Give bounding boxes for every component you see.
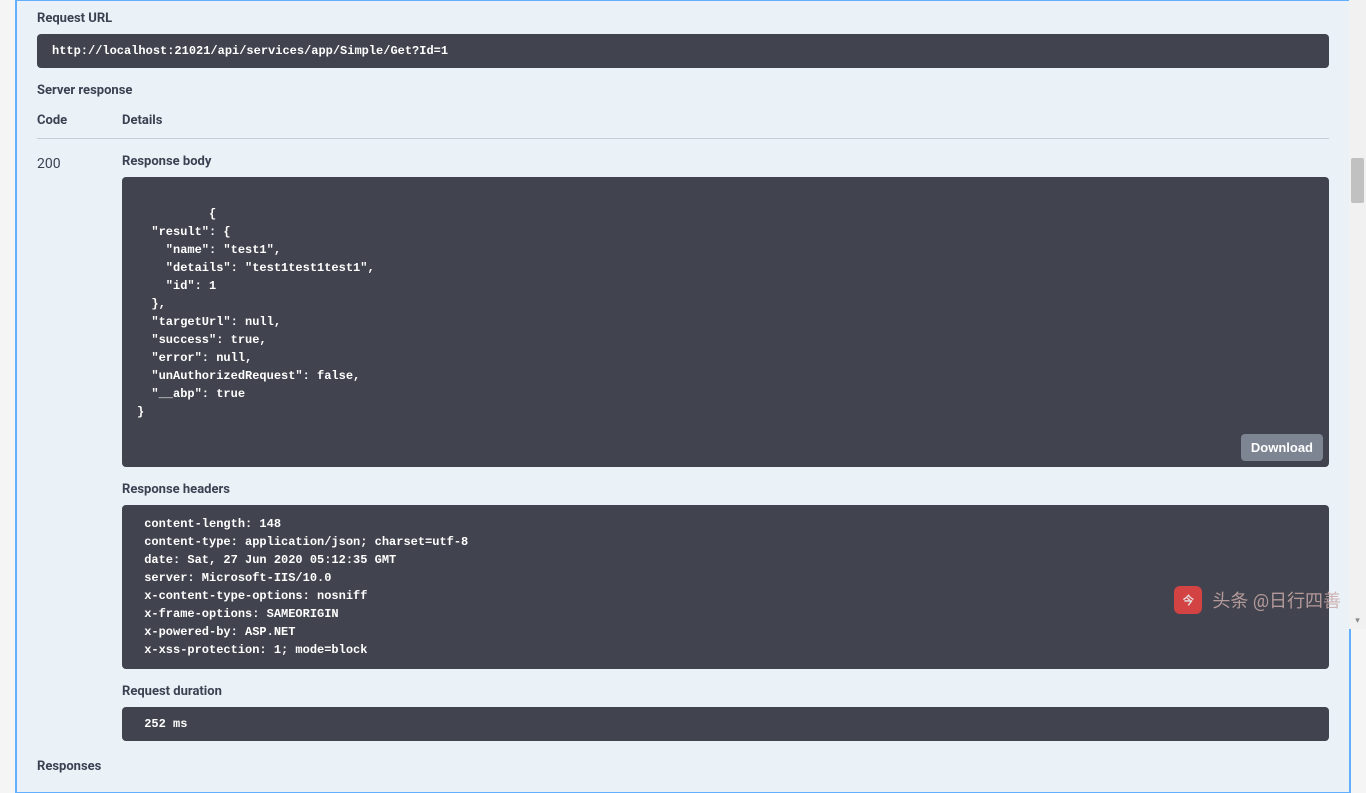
request-url-value[interactable]: http://localhost:21021/api/services/app/… <box>37 34 1329 68</box>
details-column-header: Details <box>122 113 1329 128</box>
download-button[interactable]: Download <box>1241 434 1323 461</box>
response-table: Code Details 200 Response body { "result… <box>37 113 1329 741</box>
response-headers-label: Response headers <box>122 482 1329 497</box>
scrollbar[interactable]: ▾ <box>1349 0 1366 629</box>
response-row: 200 Response body { "result": { "name": … <box>37 154 1329 741</box>
swagger-response-panel: Request URL http://localhost:21021/api/s… <box>15 0 1351 793</box>
request-duration-value[interactable]: 252 ms <box>122 707 1329 741</box>
status-code: 200 <box>37 154 122 741</box>
request-duration-label: Request duration <box>122 684 1329 699</box>
watermark: 今 头条 @日行四善 <box>1174 586 1341 614</box>
responses-label: Responses <box>37 759 1329 774</box>
response-table-header: Code Details <box>37 113 1329 139</box>
scrollbar-down-icon[interactable]: ▾ <box>1349 612 1366 629</box>
response-headers-value[interactable]: content-length: 148 content-type: applic… <box>122 505 1329 669</box>
request-url-label: Request URL <box>37 11 1329 26</box>
watermark-text: 头条 @日行四善 <box>1212 587 1341 613</box>
response-body-label: Response body <box>122 154 1329 169</box>
code-column-header: Code <box>37 113 122 128</box>
watermark-logo-icon: 今 <box>1174 586 1202 614</box>
response-body-text[interactable]: { "result": { "name": "test1", "details"… <box>137 207 375 419</box>
response-details: Response body { "result": { "name": "tes… <box>122 154 1329 741</box>
response-body-block: { "result": { "name": "test1", "details"… <box>122 177 1329 467</box>
server-response-label: Server response <box>37 83 1329 98</box>
scrollbar-thumb[interactable] <box>1351 158 1364 203</box>
